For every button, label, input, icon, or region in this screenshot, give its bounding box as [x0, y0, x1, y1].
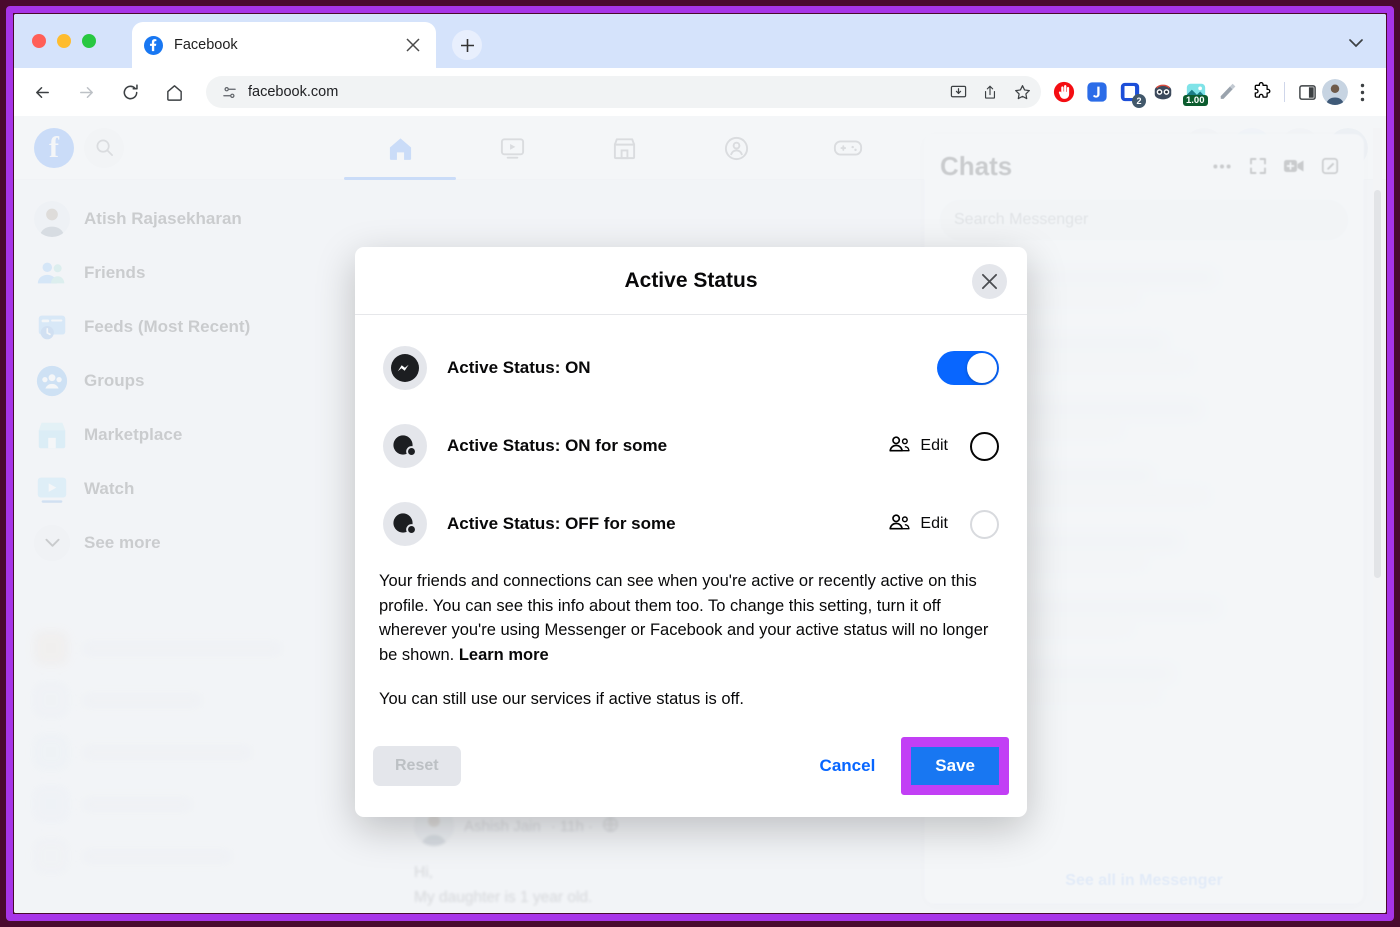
screenshot-highlight-frame [6, 6, 1394, 921]
screenshot-root: Facebook [0, 0, 1400, 927]
